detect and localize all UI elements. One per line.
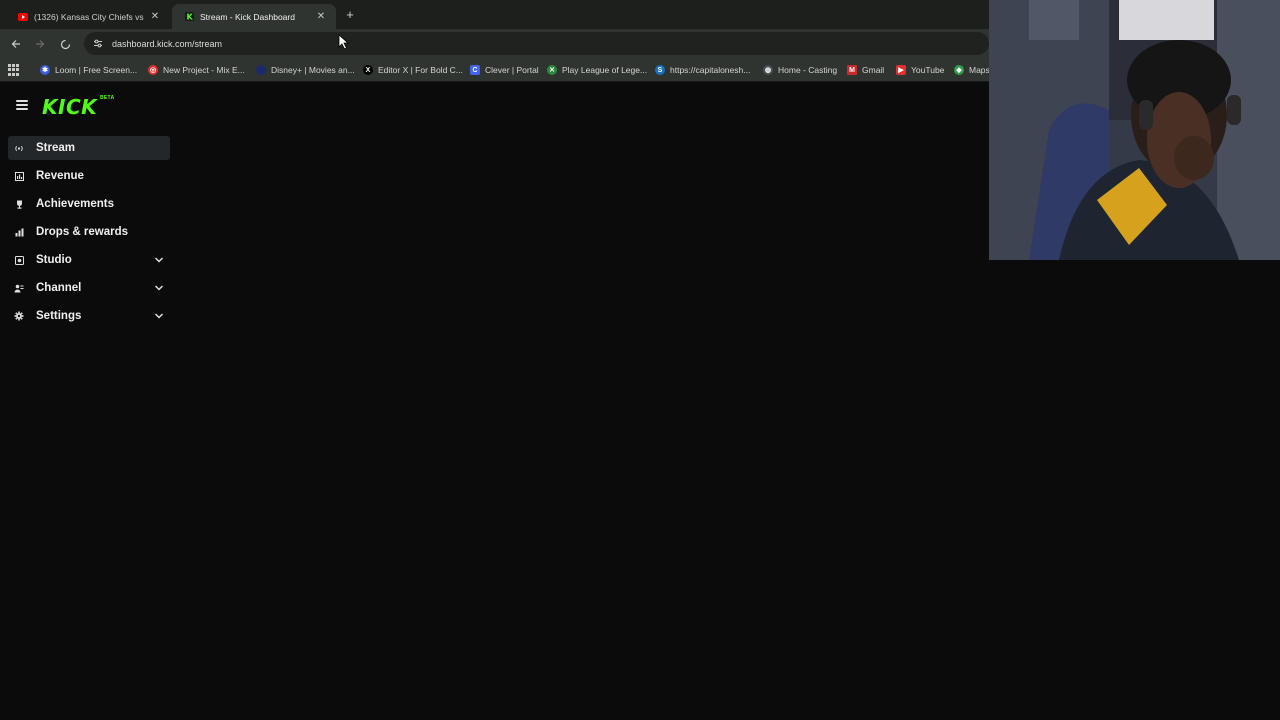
globe-icon: ◍ bbox=[763, 65, 773, 75]
tab-title: (1326) Kansas City Chiefs vs. La bbox=[34, 11, 144, 22]
trophy-icon bbox=[14, 199, 24, 209]
chevron-down-icon[interactable] bbox=[154, 311, 164, 321]
bookmark-label: https://capitalonesh... bbox=[670, 65, 751, 75]
svg-text:K: K bbox=[186, 13, 193, 22]
bookmark-editorx[interactable]: X Editor X | For Bold C... bbox=[363, 63, 463, 77]
camera-icon bbox=[14, 255, 24, 265]
bookmark-label: Gmail bbox=[862, 65, 885, 75]
gift-icon bbox=[14, 227, 24, 237]
bookmark-label: Maps bbox=[969, 65, 990, 75]
maps-icon: ◆ bbox=[954, 65, 964, 75]
youtube-icon: ▶ bbox=[896, 65, 906, 75]
kick-icon: K bbox=[184, 12, 194, 22]
mouse-cursor-icon bbox=[338, 34, 350, 50]
beta-badge: BETA bbox=[100, 95, 115, 101]
bookmark-label: Clever | Portal bbox=[485, 65, 539, 75]
back-button[interactable] bbox=[8, 36, 24, 52]
bookmark-capitalone[interactable]: S https://capitalonesh... bbox=[655, 63, 750, 77]
forward-button[interactable] bbox=[32, 36, 48, 52]
sidebar-item-drops[interactable]: Drops & rewards bbox=[8, 220, 170, 244]
bookmark-label: New Project - Mix E... bbox=[163, 65, 245, 75]
chart-icon bbox=[14, 171, 24, 181]
reload-button[interactable] bbox=[57, 36, 73, 52]
mix-icon: ◎ bbox=[148, 65, 158, 75]
clever-icon: C bbox=[470, 65, 480, 75]
users-icon bbox=[14, 283, 24, 293]
disney-icon bbox=[256, 65, 266, 75]
bookmark-gmail[interactable]: M Gmail bbox=[847, 63, 884, 77]
bookmark-maps[interactable]: ◆ Maps bbox=[954, 63, 990, 77]
bookmark-mix[interactable]: ◎ New Project - Mix E... bbox=[148, 63, 245, 77]
chevron-down-icon[interactable] bbox=[154, 255, 164, 265]
menu-icon[interactable] bbox=[16, 100, 28, 110]
sidebar-item-label: Studio bbox=[36, 254, 72, 266]
kick-logo[interactable]: KICK bbox=[42, 95, 97, 119]
sidebar-item-studio[interactable]: Studio bbox=[8, 248, 170, 272]
sidebar-item-label: Drops & rewards bbox=[36, 226, 129, 238]
bookmark-youtube[interactable]: ▶ YouTube bbox=[896, 63, 944, 77]
sidebar-item-revenue[interactable]: Revenue bbox=[8, 164, 170, 188]
site-settings-icon[interactable] bbox=[90, 36, 106, 52]
address-bar[interactable]: dashboard.kick.com/stream bbox=[84, 32, 989, 55]
bookmark-label: Play League of Lege... bbox=[562, 65, 648, 75]
loom-icon: ✱ bbox=[40, 65, 50, 75]
bookmark-label: Loom | Free Screen... bbox=[55, 65, 138, 75]
browser-tab-kick[interactable]: K Stream - Kick Dashboard ✕ bbox=[172, 4, 336, 29]
sidebar-item-label: Achievements bbox=[36, 198, 114, 210]
chevron-down-icon[interactable] bbox=[154, 283, 164, 293]
sidebar-item-settings[interactable]: Settings bbox=[8, 304, 170, 328]
bookmark-casting[interactable]: ◍ Home - Casting bbox=[763, 63, 837, 77]
new-tab-button[interactable]: + bbox=[342, 6, 358, 22]
broadcast-icon bbox=[14, 143, 24, 153]
bookmark-label: Home - Casting bbox=[778, 65, 838, 75]
sidebar-item-stream[interactable]: Stream bbox=[8, 136, 170, 160]
apps-grid-icon[interactable] bbox=[8, 64, 20, 76]
sidebar-item-label: Stream bbox=[36, 142, 75, 154]
bookmark-label: Editor X | For Bold C... bbox=[378, 65, 463, 75]
sidebar-item-channel[interactable]: Channel bbox=[8, 276, 170, 300]
url-text[interactable]: dashboard.kick.com/stream bbox=[112, 39, 222, 49]
close-icon[interactable]: ✕ bbox=[148, 10, 162, 24]
sidebar-item-label: Settings bbox=[36, 310, 82, 322]
arrow-right-icon bbox=[36, 40, 45, 48]
loading-spinner-icon bbox=[60, 39, 70, 49]
bookmark-league[interactable]: ✕ Play League of Lege... bbox=[547, 63, 647, 77]
sidebar-item-label: Channel bbox=[36, 282, 82, 294]
close-icon[interactable]: ✕ bbox=[314, 10, 328, 24]
dashboard-sidebar: Stream Revenue Achievements Drops & rewa… bbox=[8, 136, 170, 332]
webcam-overlay bbox=[989, 0, 1280, 260]
bookmark-disney[interactable]: Disney+ | Movies an... bbox=[256, 63, 355, 77]
bookmark-label: YouTube bbox=[911, 65, 945, 75]
bookmark-loom[interactable]: ✱ Loom | Free Screen... bbox=[40, 63, 137, 77]
browser-tab-youtube[interactable]: (1326) Kansas City Chiefs vs. La ✕ bbox=[6, 4, 170, 29]
tab-title: Stream - Kick Dashboard bbox=[200, 11, 295, 22]
league-icon: ✕ bbox=[547, 65, 557, 75]
arrow-left-icon bbox=[11, 40, 20, 48]
gear-icon bbox=[14, 311, 24, 321]
youtube-icon bbox=[18, 12, 28, 22]
capitalone-icon: S bbox=[655, 65, 665, 75]
sidebar-item-label: Revenue bbox=[36, 170, 84, 182]
bookmark-clever[interactable]: C Clever | Portal bbox=[470, 63, 539, 77]
bookmark-label: Disney+ | Movies an... bbox=[271, 65, 355, 75]
editorx-icon: X bbox=[363, 65, 373, 75]
gmail-icon: M bbox=[847, 65, 857, 75]
sidebar-item-achievements[interactable]: Achievements bbox=[8, 192, 170, 216]
